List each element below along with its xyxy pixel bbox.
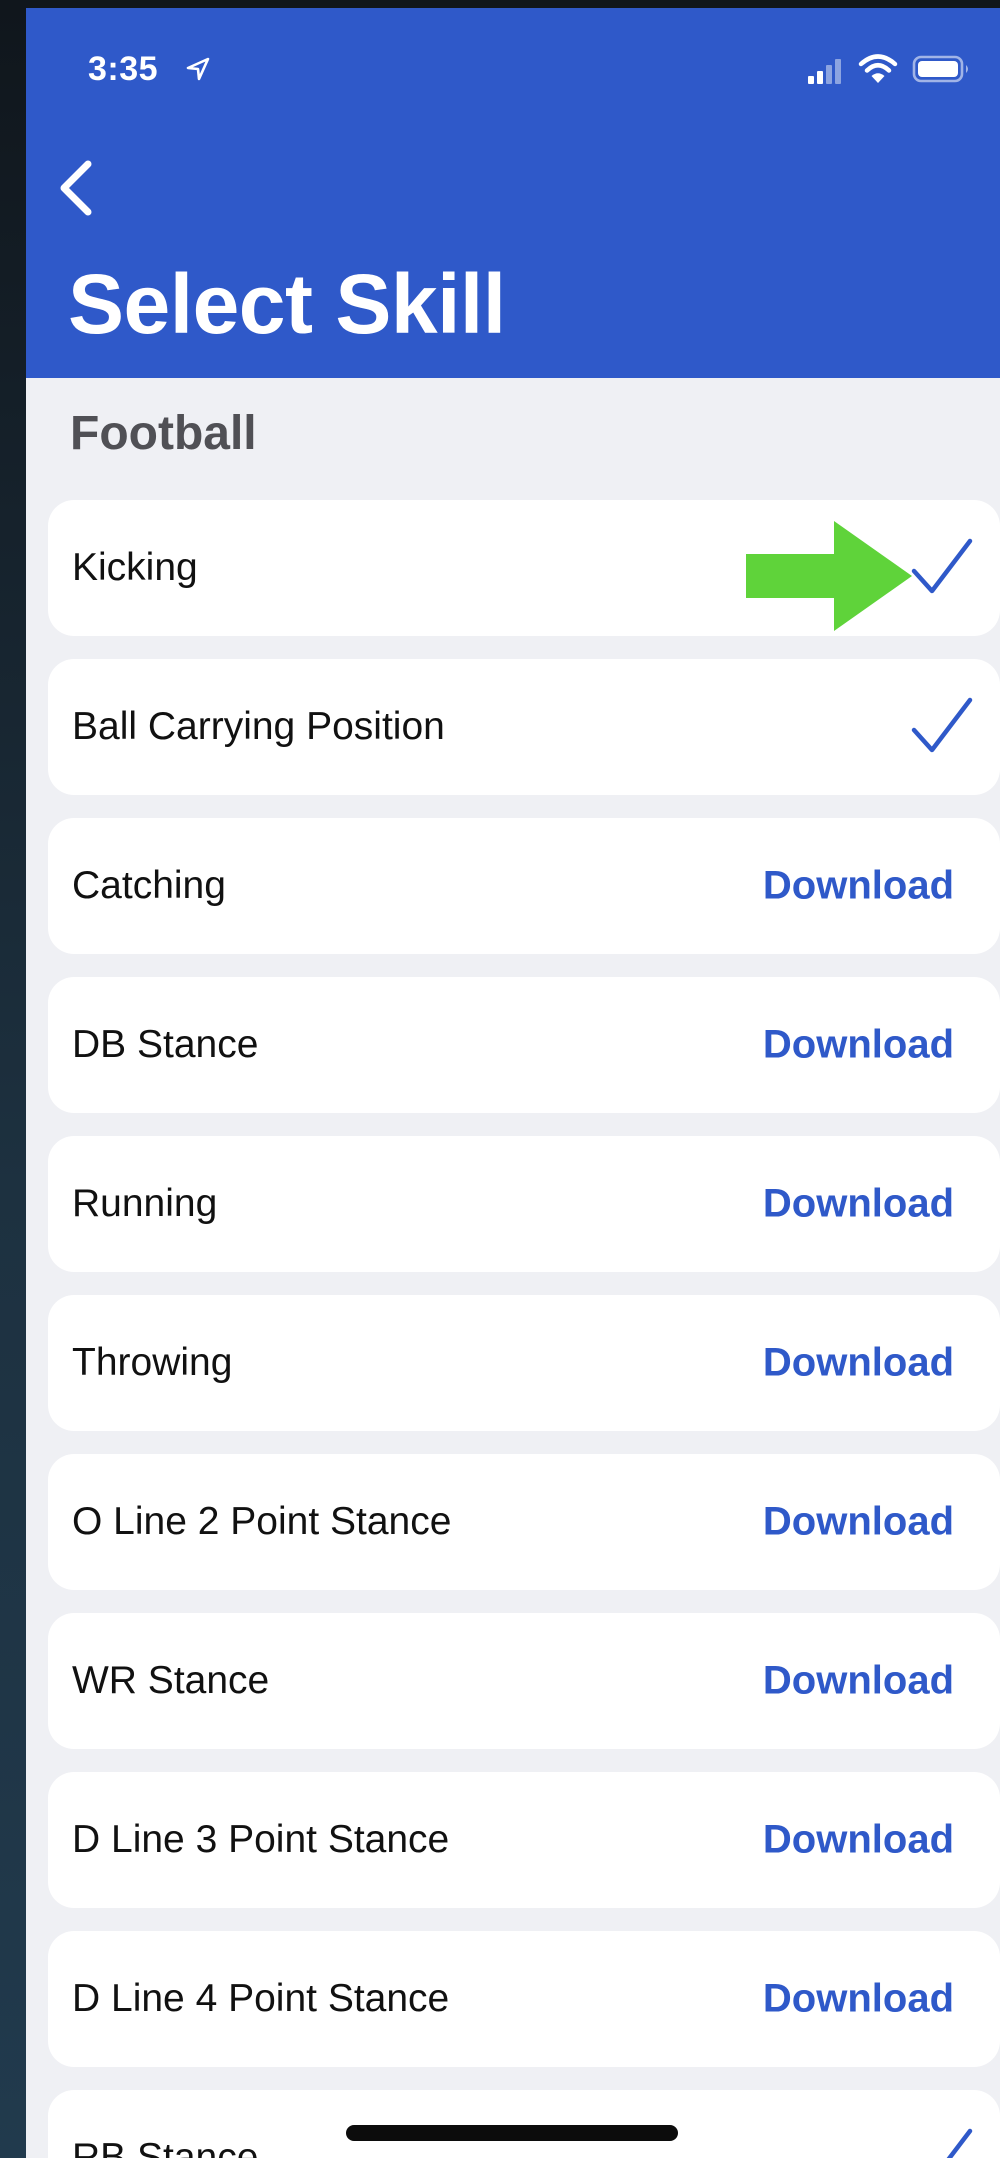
skill-row-d-line-3-point-stance[interactable]: D Line 3 Point Stance Download [48,1772,1000,1908]
skill-name: D Line 3 Point Stance [72,1818,450,1861]
skill-name: DB Stance [72,1023,259,1066]
section-header-football: Football [70,407,257,460]
phone-screen: 3:35 Select Skill Football Kicking Ball … [26,8,1000,2158]
wifi-icon [858,54,898,83]
skill-list: Kicking Ball Carrying Position Catching … [48,500,1000,2158]
skill-name: Catching [72,864,226,907]
skill-row-o-line-2-point-stance[interactable]: O Line 2 Point Stance Download [48,1454,1000,1590]
skill-row-d-line-4-point-stance[interactable]: D Line 4 Point Stance Download [48,1931,1000,2067]
checkmark-icon [946,2128,973,2158]
download-button[interactable]: Download [763,1182,954,1227]
skill-row-db-stance[interactable]: DB Stance Download [48,977,1000,1113]
cellular-signal-icon [808,59,841,84]
page-title: Select Skill [68,257,506,351]
skill-row-catching[interactable]: Catching Download [48,818,1000,954]
skill-name: WR Stance [72,1659,270,1702]
download-button[interactable]: Download [763,1818,954,1863]
skill-name: D Line 4 Point Stance [72,1977,450,2020]
skill-name: Kicking [72,546,198,589]
skill-row-running[interactable]: Running Download [48,1136,1000,1272]
skill-name: O Line 2 Point Stance [72,1500,452,1543]
download-button[interactable]: Download [763,1023,954,1068]
download-button[interactable]: Download [763,1341,954,1386]
skill-name: Running [72,1182,218,1225]
download-button[interactable]: Download [763,1500,954,1545]
checkmark-icon [911,538,973,594]
right-arrow-icon [746,521,912,631]
back-button[interactable] [48,148,108,228]
skill-name: RB Stance [72,2136,259,2158]
nav-header: 3:35 Select Skill [26,8,1000,378]
download-button[interactable]: Download [763,864,954,909]
battery-icon [912,55,968,83]
skill-row-throwing[interactable]: Throwing Download [48,1295,1000,1431]
skill-row-wr-stance[interactable]: WR Stance Download [48,1613,1000,1749]
download-button[interactable]: Download [763,1977,954,2022]
home-indicator[interactable] [346,2125,678,2141]
chevron-left-icon [60,160,92,216]
checkmark-icon [911,697,973,753]
skill-row-ball-carrying-position[interactable]: Ball Carrying Position [48,659,1000,795]
download-button[interactable]: Download [763,1659,954,1704]
status-time: 3:35 [88,50,159,88]
skill-name: Throwing [72,1341,233,1384]
skill-name: Ball Carrying Position [72,705,445,748]
location-arrow-icon [186,57,210,81]
skill-row-rb-stance[interactable]: RB Stance [48,2090,1000,2158]
